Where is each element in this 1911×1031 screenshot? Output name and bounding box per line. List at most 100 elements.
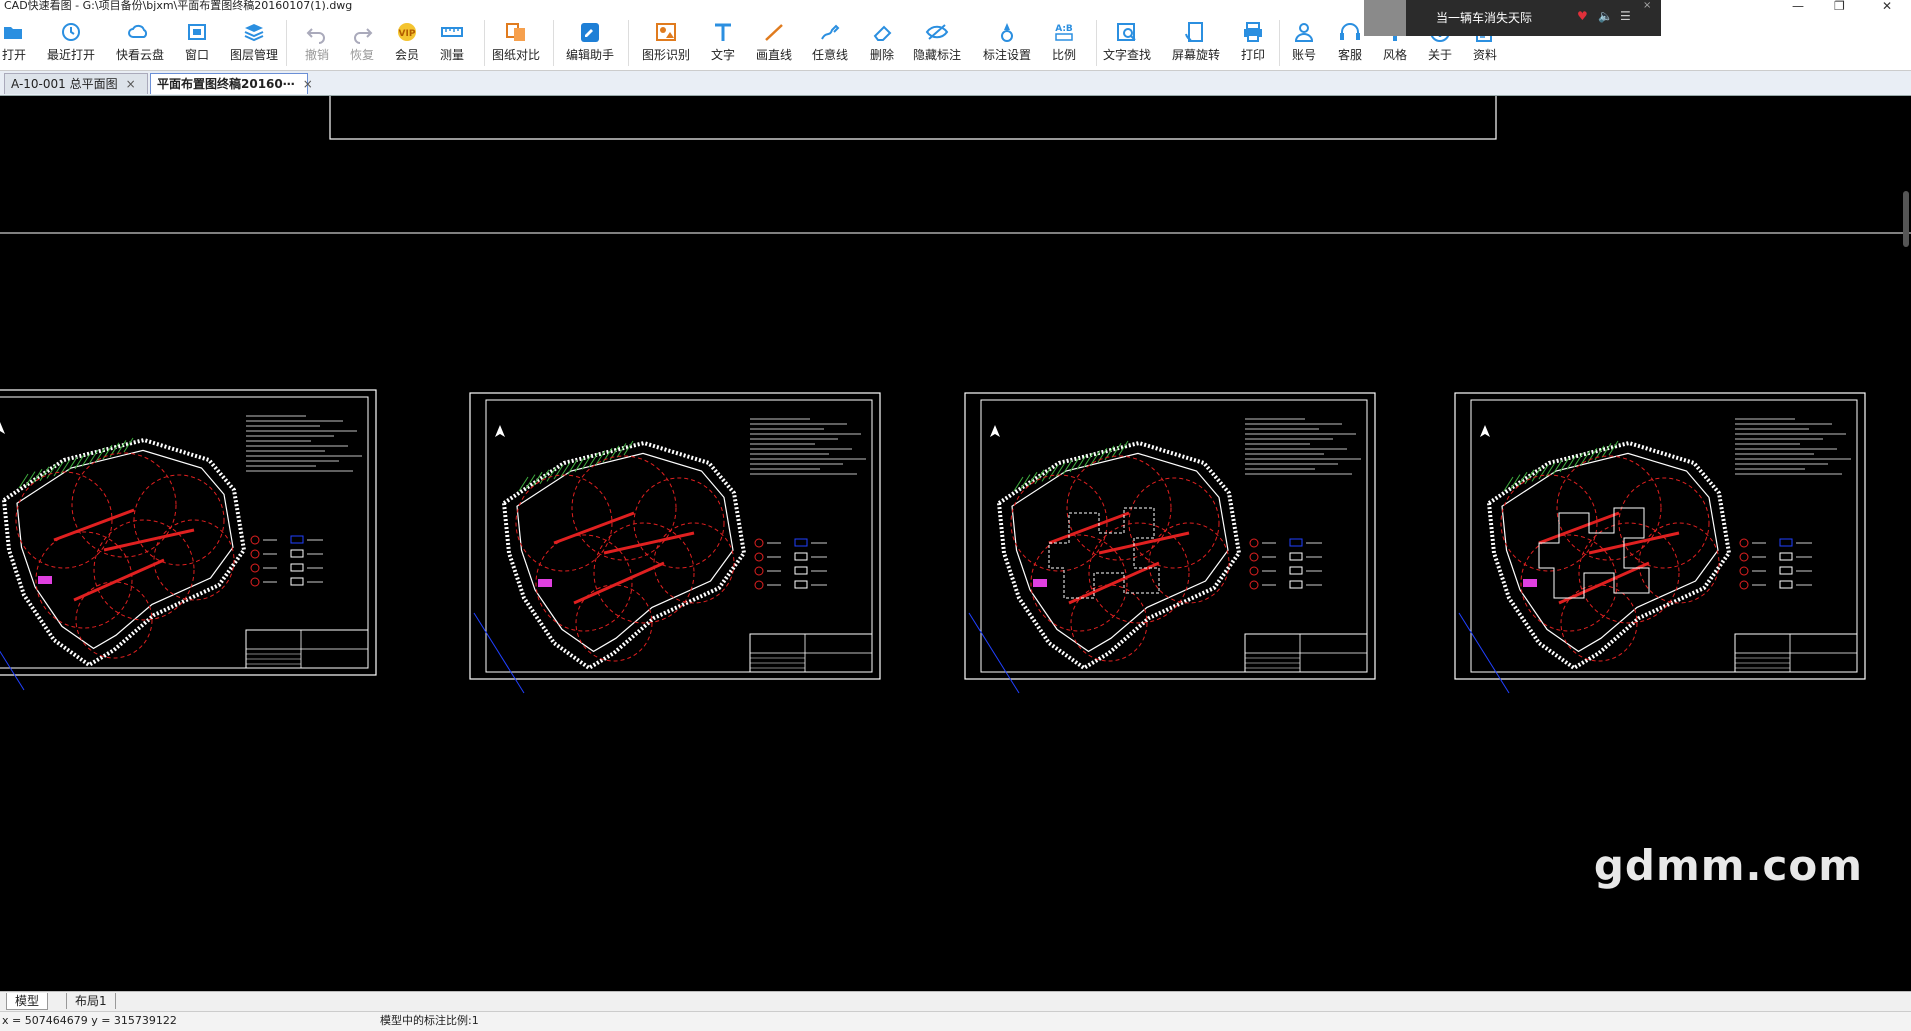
- toolbar-button-clock[interactable]: 最近打开: [43, 20, 99, 68]
- tab-floorplan-active[interactable]: 平面布置图终稿20160⋯ ×: [150, 73, 313, 94]
- blue-road-line: [968, 612, 1020, 694]
- legend-symbol: [250, 535, 260, 545]
- toolbar-button-cloud[interactable]: 快看云盘: [112, 20, 168, 68]
- svg-text:A:B: A:B: [1055, 24, 1073, 34]
- close-tab-icon[interactable]: ×: [126, 77, 136, 91]
- toolbar-button-shape-recognition[interactable]: 图形识别: [638, 20, 694, 68]
- crane-radius-circle: [571, 455, 677, 561]
- toolbar-button-layers[interactable]: 图层管理: [226, 20, 282, 68]
- toolbar-label: 测量: [439, 48, 464, 62]
- vertical-scroll-thumb[interactable]: [1903, 191, 1909, 247]
- toolbar-separator: [285, 20, 287, 66]
- magenta-marker: [1033, 579, 1047, 587]
- crane-radius-circle: [1500, 474, 1598, 572]
- toolbar-label: 撤销: [304, 48, 329, 62]
- close-button[interactable]: ✕: [1882, 0, 1892, 12]
- window-title: CAD快速看图 - G:\项目备份\bjxm\平面布置图终稿20160107(1…: [4, 0, 353, 12]
- volume-icon[interactable]: 🔈: [1598, 9, 1613, 23]
- toolbar-label: 图纸对比: [491, 48, 540, 62]
- toolbar-button-ruler[interactable]: 测量: [435, 20, 469, 68]
- site-boundary: [501, 440, 747, 671]
- blue-road-line: [0, 650, 25, 691]
- crane-radius-circle: [1066, 455, 1172, 561]
- legend-symbol: [794, 552, 808, 561]
- legend-symbol: [1249, 552, 1259, 562]
- toolbar-button-line[interactable]: 画直线: [746, 20, 802, 68]
- music-player-widget[interactable]: 当一辆车消失天际 ♥ 🔈 ☰ ×: [1364, 0, 1661, 36]
- toolbar-label: 标注设置: [982, 48, 1031, 62]
- toolbar-label: 客服: [1337, 48, 1362, 62]
- toolbar-button-eye-hide[interactable]: 隐藏标注: [909, 20, 965, 68]
- close-tab-icon[interactable]: ×: [303, 77, 313, 91]
- crane-radius-circle: [1148, 522, 1230, 604]
- site-boundary: [1486, 440, 1732, 671]
- restore-button[interactable]: ❐: [1834, 0, 1845, 12]
- legend-symbol: [754, 566, 764, 576]
- ruler-icon: [441, 27, 463, 37]
- legend-symbol: [1779, 538, 1793, 547]
- toolbar-button-redo[interactable]: 恢复: [345, 20, 379, 68]
- magenta-marker: [538, 579, 552, 587]
- legend-symbol: [1249, 566, 1259, 576]
- toolbar-button-rotate-screen[interactable]: 屏幕旋转: [1168, 20, 1224, 68]
- toolbar-button-compare[interactable]: 图纸对比: [488, 20, 544, 68]
- toolbar-label: 画直线: [755, 48, 792, 62]
- toolbar-label: 任意线: [811, 48, 848, 62]
- toolbar-button-text[interactable]: 文字: [706, 20, 740, 68]
- toolbar-label: 屏幕旋转: [1171, 48, 1220, 62]
- legend-symbol: [1289, 566, 1303, 575]
- close-icon[interactable]: ×: [1643, 0, 1651, 11]
- hatch-line: [532, 471, 543, 487]
- toolbar-button-user[interactable]: 账号: [1287, 20, 1321, 68]
- legend-symbol: [754, 538, 764, 548]
- legend-symbol: [1289, 552, 1303, 561]
- legend-symbol: [794, 566, 808, 575]
- hatch-line: [1517, 471, 1528, 487]
- blue-road-line: [473, 612, 525, 694]
- drawing-sheet-1: [0, 389, 377, 691]
- toolbar-button-folder-open[interactable]: 打开: [0, 20, 31, 68]
- toolbar-button-eraser[interactable]: 删除: [865, 20, 899, 68]
- toolbar-button-edit-assistant[interactable]: 编辑助手: [562, 20, 618, 68]
- legend-symbol: [250, 549, 260, 559]
- toolbar-separator: [1278, 20, 1280, 66]
- toolbar-label: 文字查找: [1102, 48, 1151, 62]
- legend-symbol: [1289, 580, 1303, 589]
- tab-model[interactable]: 模型: [6, 993, 49, 1010]
- heart-icon[interactable]: ♥: [1577, 9, 1588, 23]
- toolbar-button-freehand[interactable]: 任意线: [802, 20, 858, 68]
- toolbar-button-scale[interactable]: A:B 比例: [1047, 20, 1081, 68]
- rotate-screen-icon: [1185, 22, 1203, 42]
- toolbar-button-headset[interactable]: 客服: [1333, 20, 1367, 68]
- cursor-coordinates: x = 507464679 y = 315739122: [2, 1014, 177, 1027]
- north-arrow-icon: [495, 425, 505, 437]
- north-arrow-icon: [990, 425, 1000, 437]
- toolbar-button-text-search[interactable]: 文字查找: [1099, 20, 1155, 68]
- toolbar-button-window[interactable]: 窗口: [180, 20, 214, 68]
- hatch-line: [116, 440, 127, 455]
- toolbar-label: 快看云盘: [115, 48, 164, 62]
- legend-symbol: [754, 580, 764, 590]
- legend-symbol: [794, 580, 808, 589]
- magenta-marker: [38, 576, 52, 584]
- legend-symbol: [1779, 580, 1793, 589]
- north-arrow-icon: [0, 422, 5, 434]
- toolbar-label: 账号: [1291, 48, 1316, 62]
- drawing-sheet-2: [469, 392, 881, 694]
- tab-label: A-10-001 总平面图: [11, 77, 118, 91]
- legend-symbol: [794, 538, 808, 547]
- drawing-sheet-4: [1454, 392, 1866, 694]
- text-icon: [715, 23, 731, 41]
- tab-a-10-001[interactable]: A-10-001 总平面图 ×: [4, 73, 148, 94]
- tab-layout1[interactable]: 布局1: [66, 993, 116, 1009]
- hatch-line: [1601, 443, 1612, 458]
- cloud-icon: [128, 24, 148, 38]
- toolbar-button-printer[interactable]: 打印: [1236, 20, 1270, 68]
- annotation-settings-icon: [1001, 23, 1013, 42]
- toolbar-button-annotation-settings[interactable]: 标注设置: [979, 20, 1035, 68]
- toolbar-button-undo[interactable]: 撤销: [300, 20, 334, 68]
- minimize-button[interactable]: —: [1792, 0, 1804, 12]
- playlist-icon[interactable]: ☰: [1620, 9, 1631, 23]
- magenta-marker: [1523, 579, 1537, 587]
- toolbar-button-vip[interactable]: VIP 会员: [390, 20, 424, 68]
